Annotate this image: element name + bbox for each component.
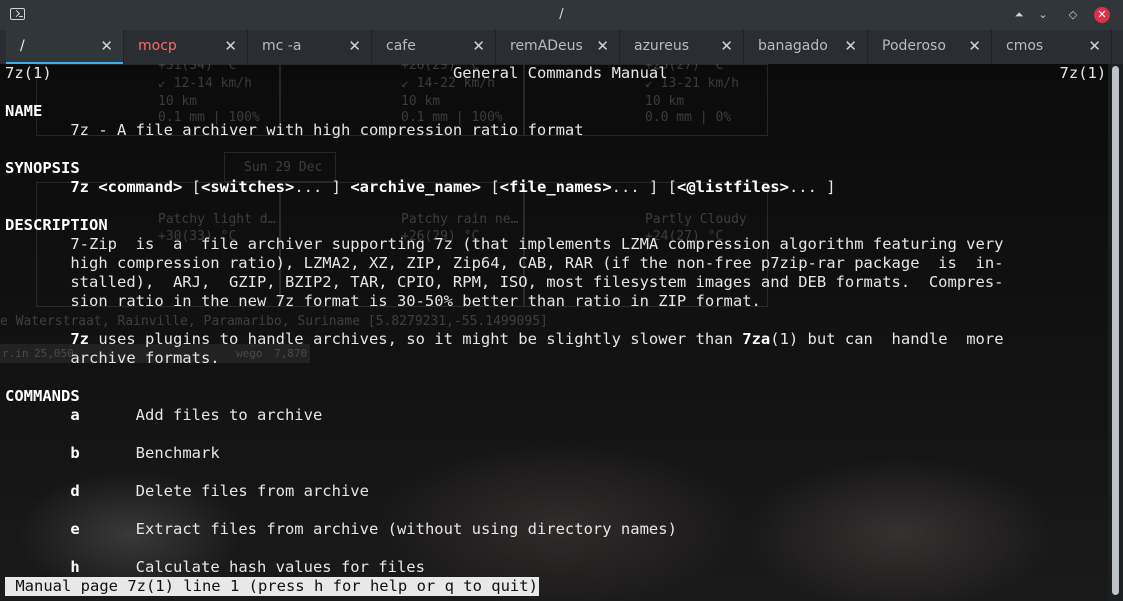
command-key: e — [70, 520, 80, 538]
tab-label: / — [20, 38, 25, 54]
tab-mocp[interactable]: mocp ✕ — [124, 30, 248, 64]
minimize-icon[interactable]: ⌄ — [1034, 6, 1052, 24]
command-key: d — [70, 482, 80, 500]
name-line: 7z - A file archiver with high compressi… — [70, 121, 584, 139]
command-key: h — [70, 558, 80, 576]
scrollbar-thumb[interactable] — [1112, 66, 1119, 595]
tab-label: remADeus — [510, 38, 583, 54]
command-desc: Calculate hash values for files — [135, 558, 425, 576]
tab-close-icon[interactable]: ✕ — [348, 37, 361, 55]
terminal-view[interactable]: +31(34) °C ↙ 12-14 km/h 10 km 0.1 mm | 1… — [0, 64, 1108, 601]
description-line: high compression ratio), LZMA2, XZ, ZIP,… — [70, 254, 1004, 272]
tab-label: azureus — [634, 38, 690, 54]
tab-close-icon[interactable]: ✕ — [224, 37, 237, 55]
tab-label: cmos — [1006, 38, 1044, 54]
tab-label: Poderoso — [882, 38, 946, 54]
window-title: / — [559, 7, 564, 22]
tab-banagado[interactable]: banagado ✕ — [744, 30, 868, 64]
synopsis-switches: <switches> — [201, 178, 295, 196]
tab-close-icon[interactable]: ✕ — [1088, 37, 1101, 55]
man-header-center: General Commands Manual — [452, 64, 668, 82]
command-key: b — [70, 444, 80, 462]
tab-close-icon[interactable]: ✕ — [968, 37, 981, 55]
tab-close-icon[interactable]: ✕ — [472, 37, 485, 55]
section-heading-synopsis: SYNOPSIS — [5, 159, 80, 177]
tab-azureus[interactable]: azureus ✕ — [620, 30, 744, 64]
tab-close-icon[interactable]: ✕ — [844, 37, 857, 55]
plugins-line-2: archive formats. — [70, 349, 220, 367]
tab-poderoso[interactable]: Poderoso ✕ — [868, 30, 992, 64]
tab-root[interactable]: / ✕ — [6, 30, 124, 64]
command-desc: Add files to archive — [135, 406, 323, 424]
tab-label: banagado — [758, 38, 828, 54]
window-titlebar: / ⏶ ⌄ ◇ ✕ — [0, 0, 1123, 30]
man-page-content: 7z(1) General Commands Manual 7z(1) NAME… — [5, 64, 1107, 576]
man-header-left: 7z(1) — [5, 64, 52, 82]
section-heading-commands: COMMANDS — [5, 387, 80, 405]
plugins-7za: 7za — [742, 330, 771, 348]
synopsis-command: <command> — [98, 178, 183, 196]
close-window-icon[interactable]: ✕ — [1094, 7, 1110, 23]
tab-mc[interactable]: mc -a ✕ — [248, 30, 372, 64]
description-line: 7-Zip is a file archiver supporting 7z (… — [70, 235, 1004, 253]
terminal-scrollbar[interactable] — [1108, 64, 1123, 601]
plugins-text-end: (1) but can handle more — [770, 330, 1004, 348]
tab-close-icon[interactable]: ✕ — [720, 37, 733, 55]
tab-label: mc -a — [262, 38, 302, 54]
command-desc: Benchmark — [135, 444, 220, 462]
tab-label: cafe — [386, 38, 416, 54]
tab-remadeus[interactable]: remADeus ✕ — [496, 30, 620, 64]
keep-above-icon[interactable]: ⏶ — [1010, 6, 1028, 24]
plugins-cmd: 7z — [70, 330, 89, 348]
pager-status-line: Manual page 7z(1) line 1 (press h for he… — [5, 577, 539, 596]
description-line: sion ratio in the new 7z format is 30-50… — [70, 292, 761, 310]
synopsis-listfiles: <@listfiles> — [676, 178, 789, 196]
tab-close-icon[interactable]: ✕ — [100, 37, 113, 55]
description-line: stalled), ARJ, GZIP, BZIP2, TAR, CPIO, R… — [70, 273, 1004, 291]
synopsis-file-names: <file_names> — [499, 178, 612, 196]
section-heading-name: NAME — [5, 102, 43, 120]
maximize-icon[interactable]: ◇ — [1064, 6, 1082, 24]
tab-cmos[interactable]: cmos ✕ — [992, 30, 1112, 64]
plugins-text: uses plugins to handle archives, so it m… — [89, 330, 743, 348]
synopsis-archive-name: <archive_name> — [350, 178, 481, 196]
tab-close-icon[interactable]: ✕ — [596, 37, 609, 55]
section-heading-description: DESCRIPTION — [5, 216, 108, 234]
tab-bar: / ✕ mocp ✕ mc -a ✕ cafe ✕ remADeus ✕ azu… — [0, 30, 1123, 64]
tab-label: mocp — [138, 38, 177, 54]
command-key: a — [70, 406, 80, 424]
synopsis-cmd: 7z — [70, 178, 89, 196]
command-desc: Extract files from archive (without usin… — [135, 520, 677, 538]
tab-cafe[interactable]: cafe ✕ — [372, 30, 496, 64]
command-desc: Delete files from archive — [135, 482, 369, 500]
man-header-right: 7z(1) — [1059, 64, 1107, 82]
